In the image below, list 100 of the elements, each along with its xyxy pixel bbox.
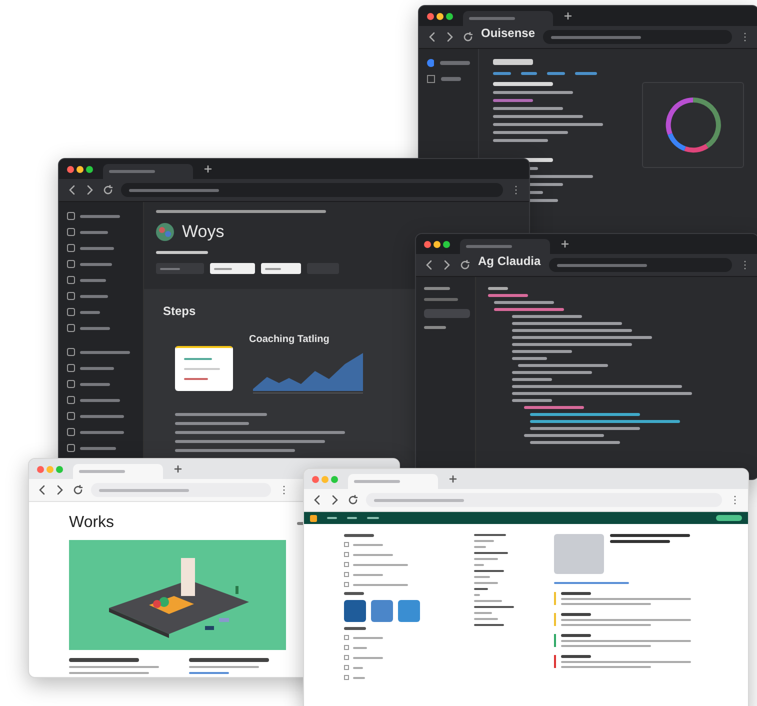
- blurred-text-line: [474, 546, 486, 548]
- blurred-text-line: [80, 382, 110, 386]
- blurred-text-line: [493, 59, 533, 65]
- blurred-text-line: [353, 584, 408, 586]
- reload-icon[interactable]: [460, 260, 470, 270]
- blurred-text-line: [80, 414, 124, 418]
- blurred-text-line: [493, 72, 511, 75]
- blurred-text-line: [109, 170, 155, 173]
- dropdown-field[interactable]: [210, 263, 255, 274]
- reload-icon[interactable]: [103, 185, 113, 195]
- checkbox[interactable]: [344, 665, 349, 670]
- plus-icon[interactable]: [560, 239, 570, 249]
- blurred-text-line: [493, 139, 548, 142]
- dropdown-field[interactable]: [261, 263, 301, 274]
- blurred-text-line: [474, 552, 508, 554]
- checkbox[interactable]: [344, 572, 349, 577]
- blurred-text-line: [353, 646, 367, 648]
- blurred-text-line: [512, 399, 552, 402]
- blurred-text-line: [353, 636, 383, 638]
- dropdown-field[interactable]: [156, 263, 204, 274]
- checkbox[interactable]: [344, 552, 349, 557]
- checkbox[interactable]: [344, 645, 349, 650]
- checkbox[interactable]: [344, 675, 349, 680]
- blurred-text-line: [561, 655, 591, 658]
- blurred-text-line: [353, 656, 383, 658]
- reload-icon[interactable]: [348, 495, 358, 505]
- blurred-text-line: [494, 308, 564, 311]
- blurred-text-line: [424, 298, 458, 301]
- thumbnail-image: [371, 600, 393, 622]
- blurred-text-line: [474, 582, 498, 584]
- blurred-text-line: [474, 606, 514, 608]
- blurred-text-line: [354, 480, 400, 483]
- back-icon[interactable]: [424, 260, 434, 270]
- browser-tab[interactable]: [463, 11, 553, 26]
- address-bar[interactable]: [121, 183, 503, 197]
- checkbox[interactable]: [344, 542, 349, 547]
- blurred-text-line: [474, 612, 492, 614]
- blurred-text-line: [575, 72, 597, 75]
- address-bar[interactable]: [543, 30, 732, 44]
- plus-icon[interactable]: [563, 11, 573, 21]
- browser-tab[interactable]: [103, 164, 193, 179]
- blurred-text-line: [561, 592, 591, 595]
- window-controls-icon[interactable]: [67, 166, 93, 172]
- forward-icon[interactable]: [445, 32, 455, 42]
- back-icon[interactable]: [67, 185, 77, 195]
- accent-stripe: [554, 613, 556, 626]
- reload-icon[interactable]: [463, 32, 473, 42]
- reload-icon[interactable]: [73, 485, 83, 495]
- blurred-text-line: [474, 594, 480, 596]
- blurred-text-line: [610, 540, 670, 543]
- blurred-text-line: [561, 613, 591, 616]
- blurred-text-line: [353, 574, 383, 576]
- blurred-text-line: [474, 570, 504, 572]
- back-icon[interactable]: [312, 495, 322, 505]
- blurred-text-line: [327, 517, 337, 519]
- checkbox[interactable]: [344, 582, 349, 587]
- window-controls-icon[interactable]: [424, 240, 450, 248]
- blurred-text-line: [512, 357, 547, 360]
- plus-icon[interactable]: [203, 164, 213, 174]
- checkbox[interactable]: [344, 562, 349, 567]
- page-icon: [427, 75, 435, 83]
- logo-icon: [156, 223, 174, 241]
- window-controls-icon[interactable]: [427, 12, 453, 20]
- forward-icon[interactable]: [85, 185, 95, 195]
- blurred-text-line: [474, 540, 494, 542]
- plus-icon[interactable]: [448, 474, 458, 484]
- window-title: Ouisense: [481, 26, 536, 40]
- blurred-text-line: [488, 294, 528, 297]
- blurred-text-line: [353, 544, 383, 546]
- blurred-text-line: [80, 446, 116, 450]
- forward-icon[interactable]: [330, 495, 340, 505]
- thumbnail-image: [398, 600, 420, 622]
- back-icon[interactable]: [427, 32, 437, 42]
- logo-icon: [310, 514, 317, 522]
- plus-icon[interactable]: [173, 464, 183, 474]
- blurred-text-line: [344, 592, 364, 595]
- blurred-text-line: [474, 576, 490, 578]
- forward-icon[interactable]: [55, 485, 65, 495]
- blurred-text-line: [469, 17, 515, 20]
- blurred-text-line: [521, 72, 537, 75]
- blurred-text-line: [353, 554, 393, 556]
- back-icon[interactable]: [37, 485, 47, 495]
- blurred-text-line: [80, 278, 106, 282]
- section-title: Steps: [163, 304, 196, 318]
- header-button[interactable]: [716, 515, 742, 521]
- blurred-text-line: [512, 315, 582, 318]
- browser-tab[interactable]: [460, 239, 550, 254]
- blurred-text-line: [184, 368, 220, 370]
- blurred-text-line: [424, 287, 450, 290]
- blurred-text-line: [367, 517, 379, 519]
- blurred-text-line: [184, 378, 208, 380]
- blurred-text-line: [441, 77, 461, 81]
- blurred-text-line: [474, 558, 498, 560]
- blurred-text-line: [156, 251, 208, 254]
- address-bar[interactable]: [548, 258, 732, 272]
- forward-icon[interactable]: [442, 260, 452, 270]
- checkbox[interactable]: [344, 655, 349, 660]
- blurred-text-line: [80, 294, 108, 298]
- blurred-text-line: [214, 268, 232, 270]
- checkbox[interactable]: [344, 635, 349, 640]
